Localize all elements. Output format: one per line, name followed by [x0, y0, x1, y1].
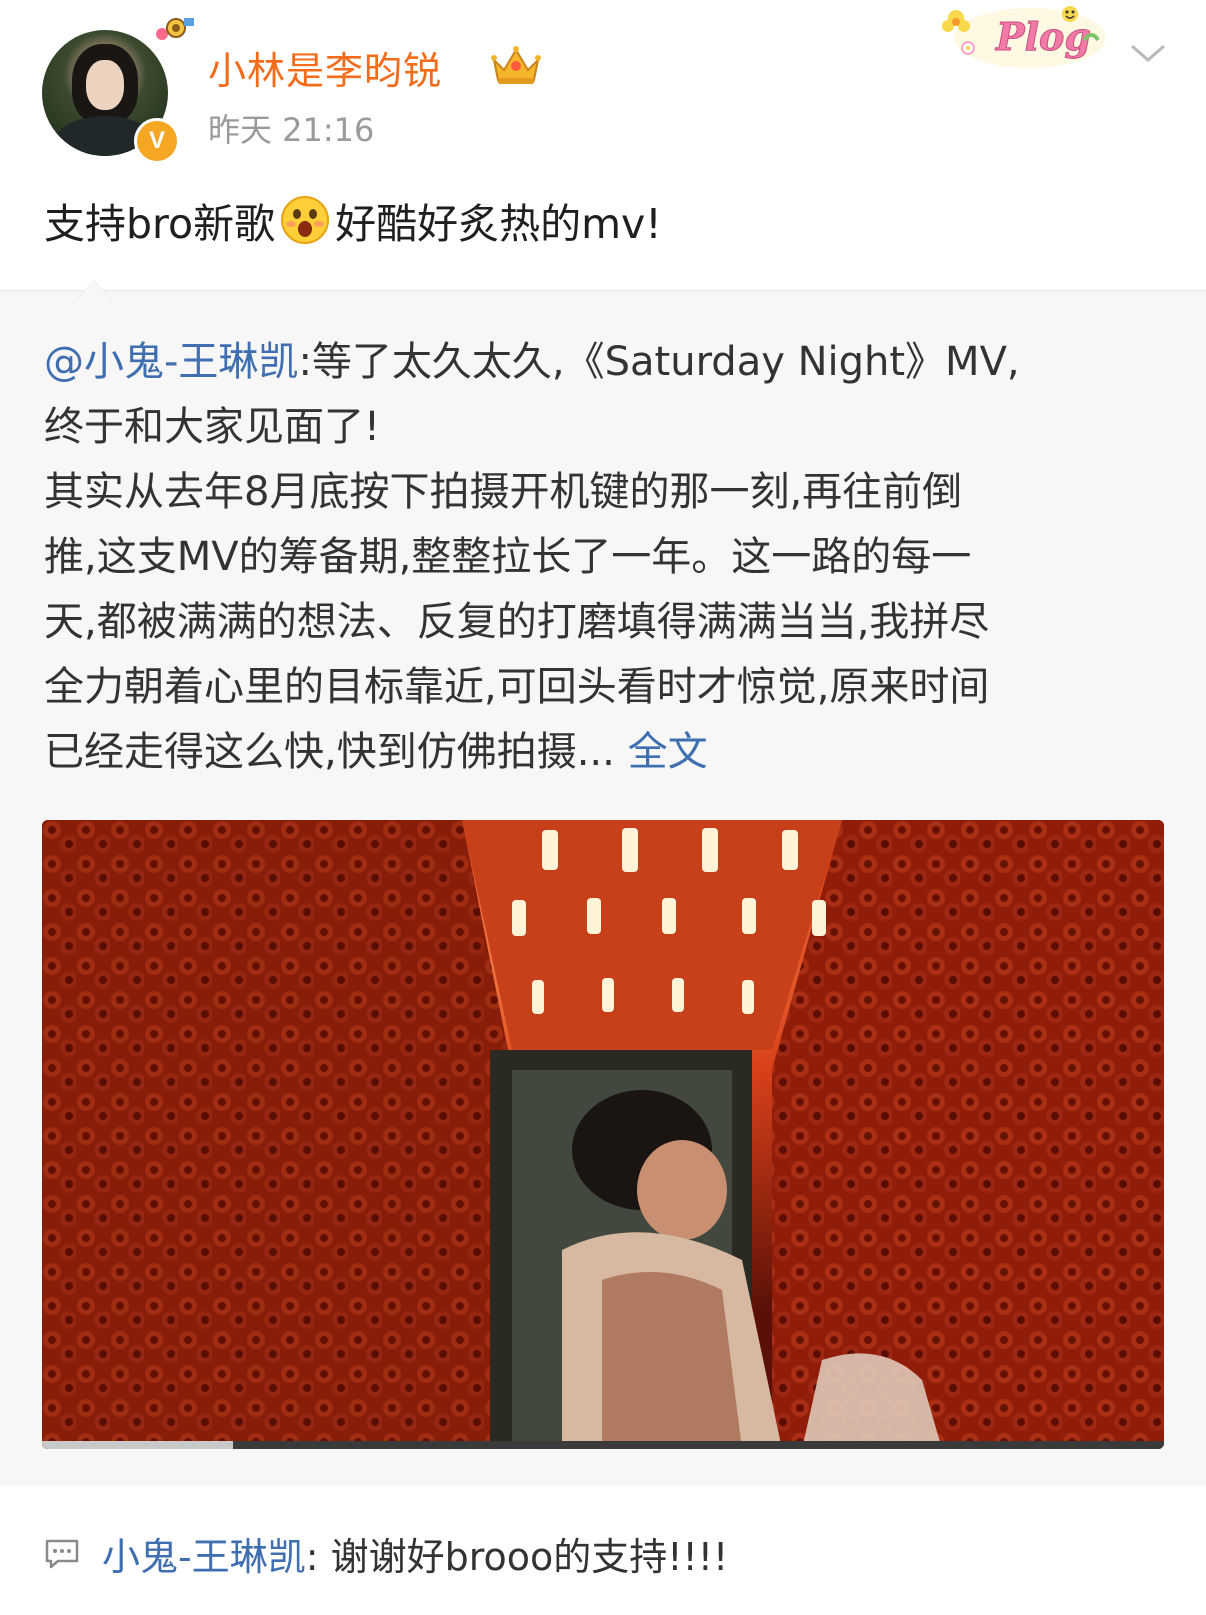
crown-icon: [491, 46, 541, 84]
post-text-part1: 支持bro新歌: [44, 200, 276, 248]
comment-text: 小鬼-王琳凯: 谢谢好brooo的支持!!!!: [102, 1526, 728, 1581]
repost-line-1: @小鬼-王琳凯:等了太久太久,《Saturday Night》MV,: [44, 330, 1164, 395]
repost-mention-link[interactable]: @小鬼-王琳凯: [44, 339, 298, 385]
repost-line-7: 已经走得这么快,快到仿佛拍摄... 全文: [44, 720, 1164, 785]
post-text-part2: 好酷好炙热的mv!: [335, 200, 662, 248]
avatar-frame-decoration-icon: [156, 18, 194, 40]
video-progress-bar[interactable]: [42, 1441, 1164, 1449]
plog-sticker: Plog: [942, 6, 1106, 68]
video-frame-image: [42, 820, 1164, 1449]
reposted-text[interactable]: @小鬼-王琳凯:等了太久太久,《Saturday Night》MV, 终于和大家…: [44, 330, 1164, 785]
full-text-link[interactable]: 全文: [615, 729, 708, 775]
post-header: V 小林是李昀锐 昨天 21:16 Plog 支持bro新歌 好酷好炙热的mv!: [0, 0, 1206, 290]
top-comment[interactable]: 小鬼-王琳凯: 谢谢好brooo的支持!!!!: [0, 1486, 1206, 1615]
repost-line-1-text: :等了太久太久,《Saturday Night》MV,: [298, 339, 1020, 385]
verified-badge-icon: V: [134, 118, 180, 164]
repost-line-3: 其实从去年8月底按下拍摄开机键的那一刻,再往前倒: [44, 469, 963, 515]
comment-icon: [45, 1539, 79, 1569]
post-timestamp: 昨天 21:16: [208, 111, 375, 149]
chevron-down-icon[interactable]: [1128, 38, 1168, 68]
username[interactable]: 小林是李昀锐: [208, 40, 442, 95]
repost-line-4: 推,这支MV的筹备期,整整拉长了一年。这一路的每一: [44, 534, 972, 580]
comment-body: : 谢谢好brooo的支持!!!!: [305, 1535, 729, 1579]
repost-line-7-text: 已经走得这么快,快到仿佛拍摄...: [44, 729, 615, 775]
avatar[interactable]: V: [42, 18, 194, 164]
repost-line-2: 终于和大家见面了!: [44, 404, 381, 450]
video-progress-fill: [42, 1441, 233, 1449]
svg-text:Plog: Plog: [995, 14, 1091, 59]
surprised-face-emoji-icon: [281, 196, 330, 244]
repost-notch: [76, 281, 112, 301]
repost-line-6: 全力朝着心里的目标靠近,可回头看时才惊觉,原来时间: [44, 664, 990, 710]
post-text: 支持bro新歌 好酷好炙热的mv!: [44, 190, 662, 250]
video-thumbnail[interactable]: [42, 820, 1164, 1449]
repost-line-5: 天,都被满满的想法、反复的打磨填得满满当当,我拼尽: [44, 599, 990, 645]
comment-author-link[interactable]: 小鬼-王琳凯: [102, 1535, 306, 1579]
